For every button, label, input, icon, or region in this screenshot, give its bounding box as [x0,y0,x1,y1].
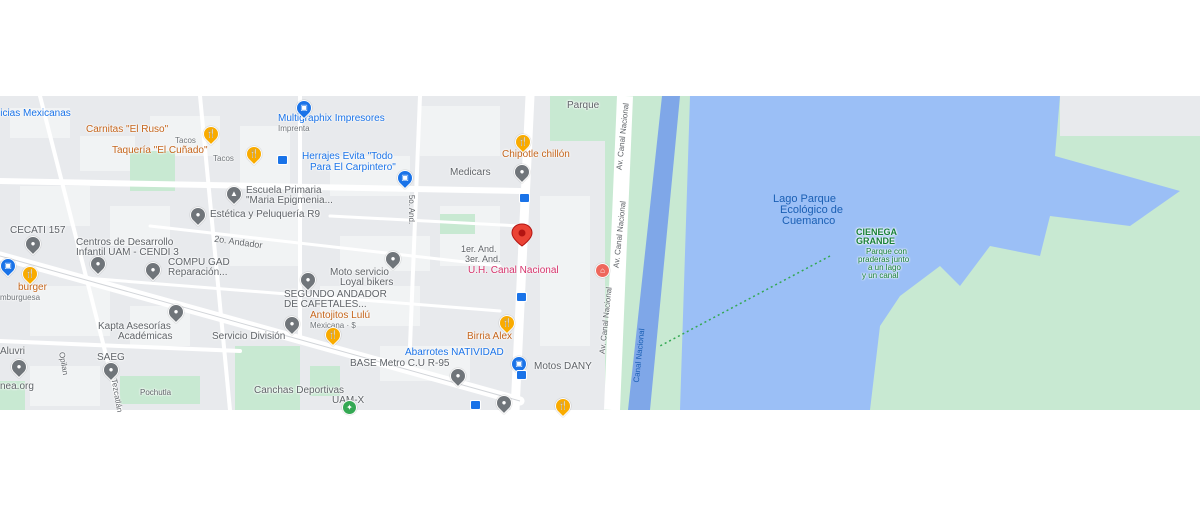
label-moto-2[interactable]: Loyal bikers [340,277,393,288]
label-burger[interactable]: burger [18,282,47,293]
label-estetica[interactable]: Estética y Peluquería R9 [210,209,320,220]
bus-stop-icon[interactable] [277,155,288,165]
label-noticias[interactable]: licias Mexicanas [0,108,71,119]
label-taqueria-sub: Tacos [213,154,234,163]
label-segundo-2[interactable]: DE CAFETALES... [284,299,367,310]
label-and-3: 3er. And. [465,254,501,264]
label-aluvri[interactable]: Aluvri [0,346,25,357]
label-antojitos[interactable]: Antojitos Lulú [310,310,370,321]
label-cienega-sub-4: y un canal [862,271,899,280]
bus-stop-icon[interactable] [470,400,481,410]
label-cecati[interactable]: CECATI 157 [10,225,65,236]
hotel-icon[interactable]: ⌂ [595,263,610,278]
label-servicio[interactable]: Servicio División [212,331,285,342]
label-compu-2[interactable]: Reparación... [168,267,227,278]
label-medicars[interactable]: Medicars [450,167,491,178]
label-carnitas-sub: Tacos [175,136,196,145]
label-canchas[interactable]: Canchas Deportivas [254,385,344,396]
label-abarrotes[interactable]: Abarrotes NATIVIDAD [405,347,504,358]
sports-icon[interactable]: ✦ [342,400,357,415]
label-nea[interactable]: nea.org [0,381,34,392]
label-uh-canal[interactable]: U.H. Canal Nacional [468,265,559,276]
label-base[interactable]: BASE Metro C.U R-95 [350,358,449,369]
label-herrajes-2[interactable]: Para El Carpintero" [310,162,396,173]
label-cienega-2[interactable]: GRANDE [856,236,895,247]
label-andador-5: 5o. And. [407,194,417,225]
label-taqueria[interactable]: Taquería "El Cuñado" [112,145,208,156]
label-multigraphix[interactable]: Multigraphix Impresores [278,113,385,124]
label-kapta-2[interactable]: Académicas [118,331,172,342]
label-lago-3[interactable]: Cuemanco [782,215,835,227]
label-motos-dany[interactable]: Motos DANY [534,361,592,372]
label-pochutla: Pochutla [140,388,172,397]
label-carnitas[interactable]: Carnitas "El Ruso" [86,124,168,135]
label-escuela-2[interactable]: "Maria Epigmenia... [246,195,333,206]
label-parque[interactable]: Parque [567,100,599,111]
label-multigraphix-sub: Imprenta [278,124,310,133]
label-herrajes[interactable]: Herrajes Evita "Todo [302,151,393,162]
map-view[interactable]: licias Mexicanas Carnitas "El Ruso" Taco… [0,96,1200,418]
bus-stop-icon[interactable] [519,193,530,203]
label-chipotle[interactable]: Chipotle chillón [502,149,570,160]
label-burger-sub: mburguesa [0,293,41,302]
bus-stop-icon[interactable] [516,370,527,380]
bus-stop-icon[interactable] [516,292,527,302]
